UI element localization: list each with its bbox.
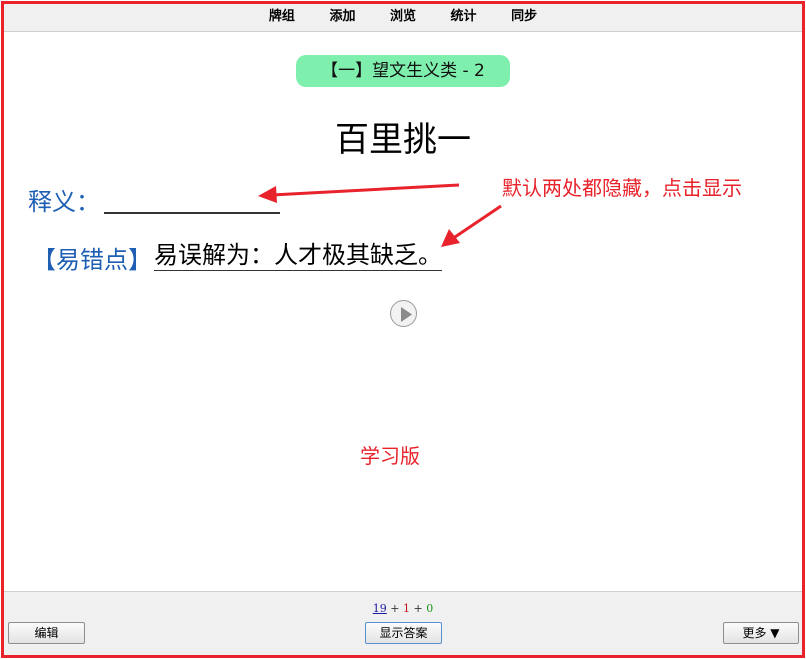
count-learn: 1 xyxy=(403,602,410,615)
arrow-to-error-point xyxy=(441,204,502,247)
due-counts: 19 + 1 + 0 xyxy=(4,602,802,615)
count-separator: + xyxy=(413,602,423,615)
edit-button[interactable]: 编辑 xyxy=(8,622,85,644)
annotation-version-note: 学习版 xyxy=(360,444,420,468)
annotation-arrows xyxy=(258,183,502,247)
count-separator: + xyxy=(390,602,400,615)
arrow-to-meaning xyxy=(258,183,460,203)
show-answer-button[interactable]: 显示答案 xyxy=(365,622,442,644)
count-new[interactable]: 19 xyxy=(373,602,387,615)
bottom-bar: 19 + 1 + 0 编辑 显示答案 更多 ▼ xyxy=(4,591,802,655)
more-button[interactable]: 更多 ▼ xyxy=(723,622,799,644)
count-review: 0 xyxy=(426,602,434,615)
main-window: 牌组 添加 浏览 统计 同步 【一】望文生义类 - 2 百里挑一 释义： 【易错… xyxy=(1,1,805,658)
